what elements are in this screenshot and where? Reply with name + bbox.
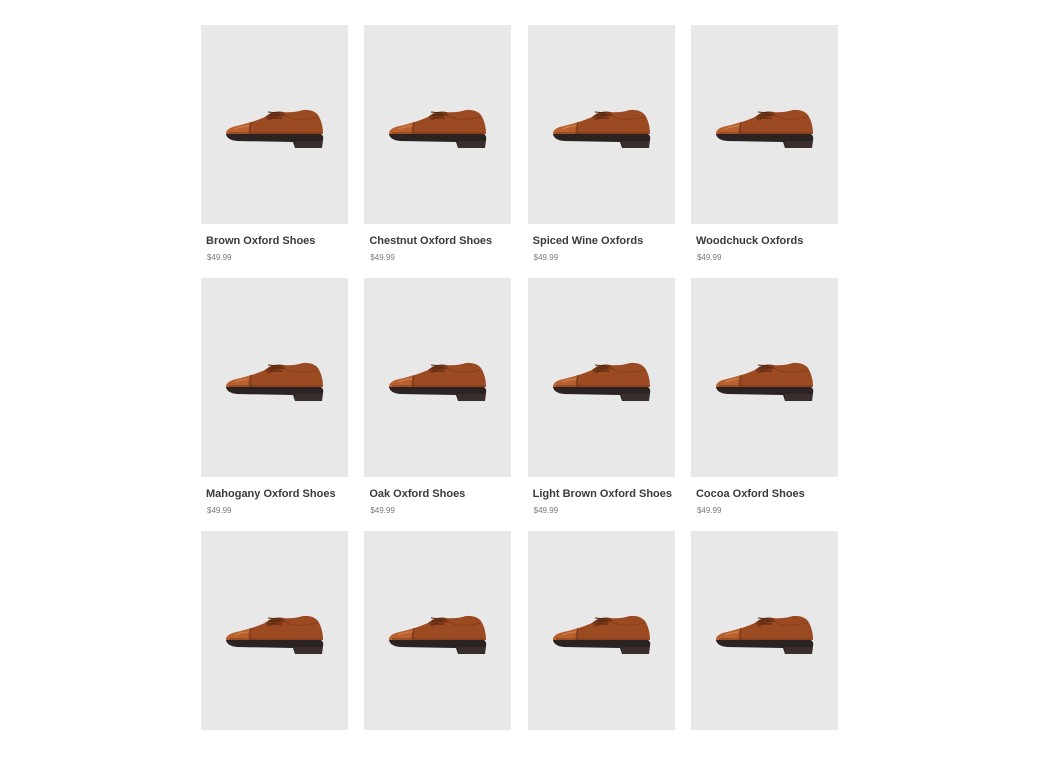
product-card[interactable]: Light Brown Oxford Shoes $49.99 [527,278,675,531]
product-price: $49.99 [370,506,395,515]
product-price: $49.99 [533,506,559,515]
oxford-shoe-icon [552,362,650,401]
product-card[interactable]: Cocoa Oxford Shoes $49.99 [690,278,838,531]
oxford-shoe-icon [715,362,814,401]
product-name[interactable]: Chestnut Oxford Shoes [369,235,511,247]
product-card[interactable]: Spiced Wine Oxfords $49.99 [527,25,675,278]
product-card[interactable]: Woodchuck Oxfords $49.99 [690,25,838,278]
product-image[interactable] [527,25,675,224]
product-card[interactable]: Oak Oxford Shoes $49.99 [364,278,512,531]
product-card[interactable] [527,531,675,784]
oxford-shoe-icon [552,109,650,148]
product-price: $49.99 [696,253,722,262]
product-card[interactable]: Mahogany Oxford Shoes $49.99 [201,278,348,531]
oxford-shoe-icon [389,615,487,654]
product-name[interactable]: Spiced Wine Oxfords [533,235,675,247]
product-image[interactable] [690,25,838,224]
product-name[interactable]: Woodchuck Oxfords [696,235,838,247]
oxford-shoe-icon [226,362,324,401]
product-price: $49.99 [533,253,559,262]
product-name[interactable]: Oak Oxford Shoes [369,488,511,500]
product-price: $49.99 [207,253,232,262]
product-image[interactable] [527,278,675,477]
product-price: $49.99 [370,253,395,262]
oxford-shoe-icon [226,615,324,654]
oxford-shoe-icon [226,109,324,148]
oxford-shoe-icon [715,109,814,148]
product-image[interactable] [364,278,512,477]
product-image[interactable] [201,278,348,477]
product-card[interactable] [364,531,512,784]
product-image[interactable] [690,278,838,477]
oxford-shoe-icon [389,362,487,401]
product-price: $49.99 [207,506,232,515]
product-price: $49.99 [696,506,722,515]
oxford-shoe-icon [715,615,814,654]
oxford-shoe-icon [389,109,487,148]
product-card[interactable] [201,531,348,784]
oxford-shoe-icon [552,615,650,654]
product-card[interactable]: Brown Oxford Shoes $49.99 [201,25,348,278]
product-grid: Brown Oxford Shoes $49.99 Chestnut Oxfor… [201,25,841,784]
product-name[interactable]: Brown Oxford Shoes [206,235,348,247]
product-name[interactable]: Cocoa Oxford Shoes [696,488,838,500]
product-card[interactable]: Chestnut Oxford Shoes $49.99 [364,25,512,278]
product-card[interactable] [690,531,838,784]
product-name[interactable]: Mahogany Oxford Shoes [206,488,348,500]
product-image[interactable] [201,25,348,224]
product-name[interactable]: Light Brown Oxford Shoes [533,488,675,500]
product-image[interactable] [364,25,512,224]
